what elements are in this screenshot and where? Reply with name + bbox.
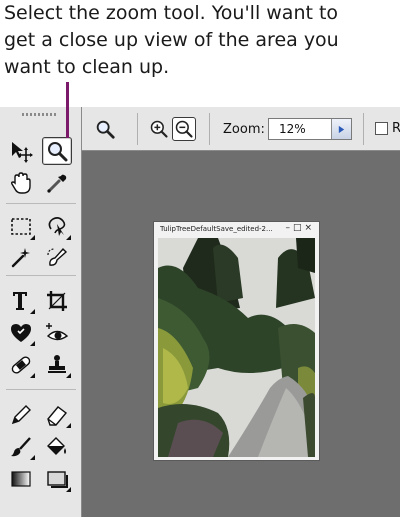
checkbox-label: R — [392, 121, 400, 136]
shape-tool[interactable] — [42, 465, 72, 493]
zoom-slider-button[interactable] — [331, 119, 351, 139]
type-tool[interactable] — [6, 287, 36, 315]
resize-windows-checkbox[interactable] — [375, 122, 388, 135]
submenu-indicator — [66, 235, 71, 240]
crop-icon — [47, 291, 67, 311]
editor-window: Zoom: 12% R TulipTreeDefaultSave_edited-… — [0, 107, 400, 517]
zoom-percent-field[interactable]: 12% — [268, 118, 352, 140]
document-title: TulipTreeDefaultSave_edited-2... — [160, 225, 272, 233]
eyedropper-tool[interactable] — [42, 169, 72, 197]
zoom-tool-preset[interactable] — [92, 116, 118, 142]
gradient-tool[interactable] — [6, 465, 36, 493]
callout-pointer — [66, 82, 69, 138]
move-tool[interactable] — [6, 137, 36, 165]
lasso-tool[interactable] — [42, 213, 72, 241]
submenu-indicator — [66, 487, 71, 492]
zoom-value[interactable]: 12% — [279, 122, 306, 136]
document-window: TulipTreeDefaultSave_edited-2... –□× — [153, 221, 320, 461]
marquee-tool[interactable] — [6, 213, 36, 241]
brush-tool[interactable] — [6, 433, 36, 461]
zoom-label: Zoom: — [223, 122, 265, 137]
pencil-icon — [11, 405, 31, 425]
window-controls: –□× — [285, 223, 315, 233]
submenu-indicator — [30, 341, 35, 346]
spot-healing-tool[interactable] — [6, 351, 36, 379]
caption-line-1: Select the zoom tool. You'll want to — [4, 2, 339, 24]
hand-tool[interactable] — [6, 169, 36, 197]
paint-bucket-tool[interactable] — [42, 433, 72, 461]
triangle-right-icon — [338, 125, 345, 133]
submenu-indicator — [66, 373, 71, 378]
tool-options-bar: Zoom: 12% R — [82, 107, 400, 151]
magic-wand-tool[interactable] — [6, 243, 36, 271]
eraser-tool[interactable] — [42, 401, 72, 429]
maximize-button[interactable]: □ — [293, 223, 305, 233]
pencil-tool[interactable] — [6, 401, 36, 429]
caption-line-2: get a close up view of the area you — [4, 29, 339, 51]
toolbox-divider — [6, 275, 76, 276]
zoom-in-button[interactable] — [148, 118, 170, 140]
selection-brush-icon — [47, 247, 68, 266]
toolbox-divider — [6, 203, 76, 204]
submenu-indicator — [30, 373, 35, 378]
crop-tool[interactable] — [42, 287, 72, 315]
magnifier-icon — [96, 120, 115, 139]
submenu-indicator — [66, 423, 71, 428]
zoom-out-button[interactable] — [172, 117, 196, 141]
quick-selection-tool[interactable] — [42, 243, 72, 271]
gradient-icon — [11, 471, 31, 487]
toolbox — [0, 107, 82, 517]
toolbox-grip[interactable] — [22, 113, 58, 116]
garden-path-photo[interactable] — [158, 238, 315, 457]
move-arrow-icon — [12, 142, 33, 163]
zoom-out-icon — [175, 120, 193, 138]
toolbox-divider — [6, 389, 76, 390]
submenu-indicator — [30, 235, 35, 240]
options-divider — [209, 113, 210, 145]
zoom-tool[interactable] — [42, 137, 72, 165]
photo-image — [158, 238, 315, 457]
paint-bucket-icon — [47, 437, 66, 455]
options-divider — [363, 113, 364, 145]
minimize-button[interactable]: – — [285, 223, 293, 233]
submenu-indicator — [30, 309, 35, 314]
caption-line-3: want to clean up. — [4, 56, 170, 78]
submenu-indicator — [30, 455, 35, 460]
eyedropper-icon — [47, 174, 67, 193]
instruction-caption: Select the zoom tool. You'll want to get… — [4, 0, 396, 81]
zoom-in-icon — [150, 120, 168, 138]
cookie-cutter-tool[interactable] — [6, 319, 36, 347]
hand-icon — [10, 172, 31, 194]
close-button[interactable]: × — [304, 223, 315, 233]
red-eye-icon — [46, 323, 69, 341]
options-divider — [137, 113, 138, 145]
magnifier-icon — [48, 142, 68, 162]
red-eye-tool[interactable] — [42, 319, 72, 347]
clone-stamp-tool[interactable] — [42, 351, 72, 379]
magic-wand-icon — [11, 248, 30, 268]
